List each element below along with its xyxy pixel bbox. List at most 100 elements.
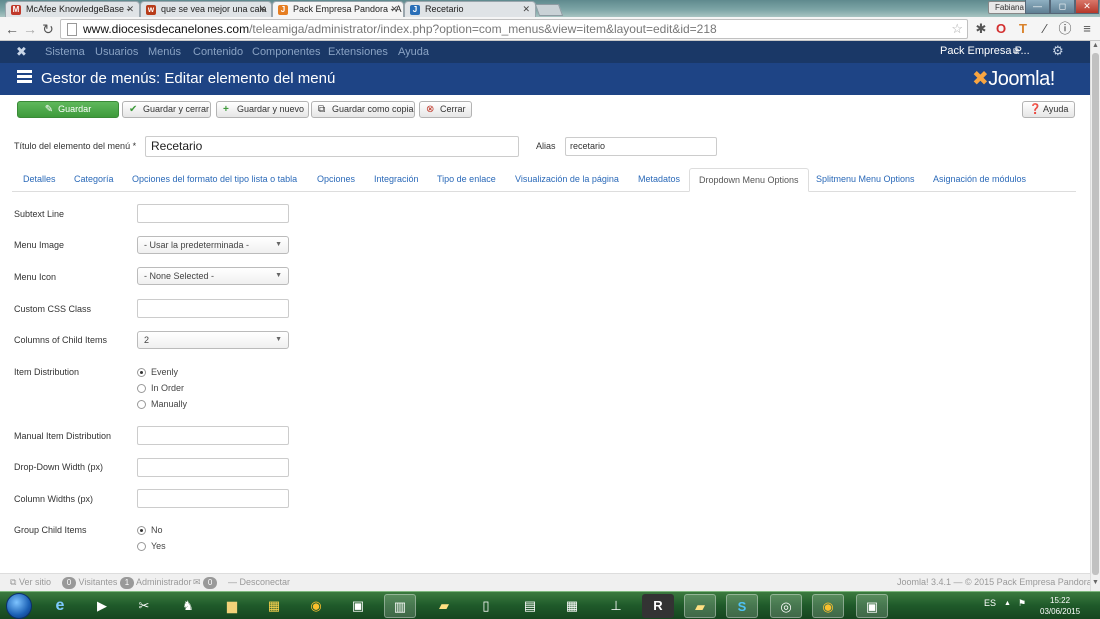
extension-t-icon[interactable]: T (1014, 20, 1032, 38)
close-tab-icon[interactable]: ✕ (390, 2, 398, 17)
close-tab-icon[interactable]: ✕ (126, 2, 134, 17)
save-new-button[interactable]: + Guardar y nuevo (216, 101, 309, 118)
radio-no[interactable]: No (137, 524, 163, 536)
back-icon[interactable]: ← (3, 20, 21, 38)
tab-splitmenu-options[interactable]: Splitmenu Menu Options (807, 168, 924, 192)
language-indicator[interactable]: ES (984, 598, 996, 608)
scroll-down-icon[interactable]: ▼ (1091, 579, 1100, 586)
extension-eyedropper-icon[interactable]: ⁄ (1036, 20, 1054, 38)
tab-metadatos[interactable]: Metadatos (629, 168, 689, 192)
browser-tab-recetario[interactable]: J Recetario ✕ (404, 1, 536, 17)
new-tab-button[interactable] (534, 4, 564, 16)
manual-distribution-input[interactable] (137, 426, 289, 445)
close-tab-icon[interactable]: ✕ (258, 2, 266, 17)
app-icon[interactable]: ◎ (770, 594, 802, 618)
app-icon[interactable]: ▣ (342, 594, 374, 618)
nav-menus[interactable]: Menús (148, 45, 181, 59)
app-icon[interactable]: ♞ (172, 594, 204, 618)
custom-css-input[interactable] (137, 299, 289, 318)
app-icon[interactable]: ▯ (470, 594, 502, 618)
external-link-icon[interactable]: ⧉ (1013, 46, 1019, 57)
app-icon[interactable]: ▦ (556, 594, 588, 618)
subtext-line-input[interactable] (137, 204, 289, 223)
dropdown-width-input[interactable] (137, 458, 289, 477)
tab-opciones-formato[interactable]: Opciones del formato del tipo lista o ta… (123, 168, 306, 192)
gear-icon[interactable]: ⚙ (1052, 43, 1064, 59)
nav-ayuda[interactable]: Ayuda (398, 45, 429, 59)
alias-input[interactable]: recetario (565, 137, 717, 156)
joomla-icon[interactable]: ✖ (16, 44, 27, 60)
grid-app-icon[interactable]: ▦ (258, 594, 290, 618)
app-icon[interactable]: ▤ (514, 594, 546, 618)
maximize-button[interactable]: ◻ (1050, 0, 1075, 14)
messages-status[interactable]: ✉ 0 (193, 577, 218, 589)
nav-componentes[interactable]: Componentes (252, 45, 321, 59)
browser-tab-pack-empresa[interactable]: J Pack Empresa Pandora - A ✕ (272, 1, 404, 17)
tab-tipo-enlace[interactable]: Tipo de enlace (428, 168, 505, 192)
radio-dot[interactable] (137, 526, 146, 535)
minimize-button[interactable]: — (1025, 0, 1050, 14)
show-hidden-icons-icon[interactable]: ▲ (1004, 600, 1011, 607)
chrome-icon[interactable]: ◉ (300, 594, 332, 618)
flag-icon[interactable]: ⚑ (1018, 598, 1026, 609)
scroll-up-icon[interactable]: ▲ (1091, 42, 1100, 49)
nav-extensiones[interactable]: Extensiones (328, 45, 388, 59)
tab-dropdown-menu-options[interactable]: Dropdown Menu Options (689, 168, 809, 192)
tab-integracion[interactable]: Integración (365, 168, 428, 192)
browser-tab-calameo[interactable]: w que se vea mejor una cala ✕ (140, 1, 272, 17)
tab-categoria[interactable]: Categoría (65, 168, 123, 192)
extension-info-icon[interactable]: ⓘ (1056, 20, 1074, 38)
column-widths-input[interactable] (137, 489, 289, 508)
nav-sistema[interactable]: Sistema (45, 45, 85, 59)
close-window-button[interactable]: ✕ (1075, 0, 1099, 14)
page-scrollbar[interactable]: ▲ ▼ (1090, 41, 1100, 591)
internet-explorer-icon[interactable]: e (44, 594, 76, 618)
bookmark-star-icon[interactable]: ☆ (951, 21, 963, 37)
title-input[interactable]: Recetario (145, 136, 519, 157)
app-r-icon[interactable]: R (642, 594, 674, 618)
radio-dot[interactable] (137, 542, 146, 551)
close-button[interactable]: ⊗ Cerrar (419, 101, 472, 118)
radio-in-order[interactable]: In Order (137, 382, 184, 394)
columns-select[interactable]: 2 ▼ (137, 331, 289, 349)
radio-dot[interactable] (137, 368, 146, 377)
radio-dot[interactable] (137, 384, 146, 393)
media-player-icon[interactable]: ▶ (86, 594, 118, 618)
close-tab-icon[interactable]: ✕ (522, 2, 530, 17)
menu-icon[interactable]: ≡ (1078, 20, 1096, 38)
tab-detalles[interactable]: Detalles (14, 168, 65, 192)
menu-icon-select[interactable]: - None Selected - ▼ (137, 267, 289, 285)
forward-icon[interactable]: → (21, 20, 39, 38)
network-icon[interactable]: ⊥ (600, 594, 632, 618)
tab-opciones[interactable]: Opciones (308, 168, 364, 192)
app-icon[interactable]: ▥ (384, 594, 416, 618)
browser-tab-mcafee[interactable]: M McAfee KnowledgeBase - ✕ (5, 1, 140, 17)
radio-yes[interactable]: Yes (137, 540, 166, 552)
nav-contenido[interactable]: Contenido (193, 45, 243, 59)
system-clock[interactable]: 15:22 03/06/2015 (1040, 595, 1080, 617)
save-close-button[interactable]: ✔ Guardar y cerrar (122, 101, 211, 118)
help-button[interactable]: ❓ Ayuda (1022, 101, 1075, 118)
url-text[interactable]: www.diocesisdecanelones.com/teleamiga/ad… (83, 22, 717, 37)
menu-image-select[interactable]: - Usar la predeterminada - ▼ (137, 236, 289, 254)
folder-icon[interactable]: ▆ (216, 594, 248, 618)
paint-icon[interactable]: ✂ (128, 594, 160, 618)
app-icon[interactable]: ▣ (856, 594, 888, 618)
radio-manually[interactable]: Manually (137, 398, 187, 410)
radio-evenly[interactable]: Evenly (137, 366, 178, 378)
start-button[interactable] (6, 593, 32, 619)
skype-icon[interactable]: S (726, 594, 758, 618)
save-button[interactable]: ✎ Guardar (17, 101, 119, 118)
tab-asignacion-modulos[interactable]: Asignación de módulos (924, 168, 1035, 192)
extension-puzzle-icon[interactable]: ✱ (972, 20, 990, 38)
opera-icon[interactable]: O (992, 20, 1010, 38)
nav-usuarios[interactable]: Usuarios (95, 45, 138, 59)
address-bar[interactable]: www.diocesisdecanelones.com/teleamiga/ad… (60, 19, 968, 39)
scrollbar-thumb[interactable] (1092, 53, 1099, 575)
app-icon[interactable]: ▰ (684, 594, 716, 618)
view-site-link[interactable]: ⧉ Ver sitio (10, 577, 51, 588)
chrome-icon[interactable]: ◉ (812, 594, 844, 618)
app-icon[interactable]: ▰ (428, 594, 460, 618)
tab-visualizacion[interactable]: Visualización de la página (506, 168, 628, 192)
reload-icon[interactable]: ↻ (39, 20, 57, 38)
